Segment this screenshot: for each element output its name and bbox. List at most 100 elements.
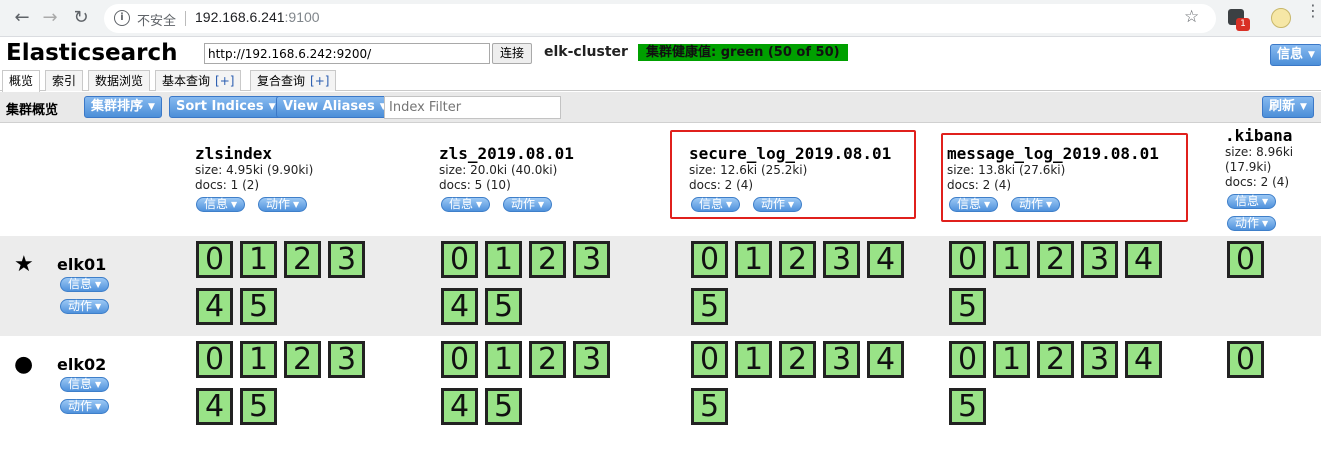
tab-compound-query[interactable]: 复合查询 [+] xyxy=(250,70,337,91)
tab-data-browser[interactable]: 数据浏览 xyxy=(88,70,151,91)
reload-icon[interactable]: ↻ xyxy=(69,6,93,30)
shard-box[interactable]: 4 xyxy=(196,388,233,425)
shard-box[interactable]: 4 xyxy=(867,341,904,378)
index-info-button[interactable]: 信息 ▼ xyxy=(196,197,246,212)
chevron-down-icon: ▼ xyxy=(984,200,991,209)
shard-box[interactable]: 5 xyxy=(691,388,728,425)
shard-box[interactable]: 1 xyxy=(240,241,277,278)
bookmark-star-icon[interactable]: ☆ xyxy=(1184,7,1199,27)
shard-box[interactable]: 4 xyxy=(196,288,233,325)
shard-box[interactable]: 4 xyxy=(1125,241,1162,278)
pill-label: 信息 xyxy=(204,197,229,211)
shard-box[interactable]: 5 xyxy=(949,288,986,325)
shard-box[interactable]: 0 xyxy=(949,241,986,278)
shard-box[interactable]: 1 xyxy=(240,341,277,378)
shard-box[interactable]: 0 xyxy=(691,341,728,378)
button-label: View Aliases xyxy=(283,99,375,114)
shard-box[interactable]: 1 xyxy=(485,341,522,378)
shard-box[interactable]: 2 xyxy=(284,241,321,278)
index-action-button[interactable]: 动作 ▼ xyxy=(503,197,553,212)
pill-label: 动作 xyxy=(761,197,786,211)
shard-box[interactable]: 3 xyxy=(573,241,610,278)
kebab-menu-icon[interactable]: ⋮ xyxy=(1305,3,1321,19)
node-action-button[interactable]: 动作 ▼ xyxy=(60,399,110,414)
sort-indices-button[interactable]: Sort Indices ▼ xyxy=(169,96,283,118)
back-arrow-icon[interactable]: ← xyxy=(10,6,34,30)
shard-box[interactable]: 3 xyxy=(573,341,610,378)
shard-box[interactable]: 3 xyxy=(328,241,365,278)
shard-box[interactable]: 2 xyxy=(1037,341,1074,378)
shard-box[interactable]: 1 xyxy=(485,241,522,278)
shard-box[interactable]: 5 xyxy=(485,388,522,425)
index-action-button[interactable]: 动作 ▼ xyxy=(753,197,803,212)
index-action-button[interactable]: 动作 ▼ xyxy=(1227,216,1277,231)
refresh-button[interactable]: 刷新 ▼ xyxy=(1262,96,1314,118)
index-action-button[interactable]: 动作 ▼ xyxy=(1011,197,1061,212)
index-info-button[interactable]: 信息 ▼ xyxy=(441,197,491,212)
shard-box[interactable]: 2 xyxy=(779,241,816,278)
shard-box[interactable]: 1 xyxy=(993,341,1030,378)
forward-arrow-icon[interactable]: → xyxy=(38,6,62,30)
shard-box[interactable]: 3 xyxy=(328,341,365,378)
shard-box[interactable]: 4 xyxy=(1125,341,1162,378)
connect-button[interactable]: 连接 xyxy=(492,43,532,64)
tab-basic-query[interactable]: 基本查询 [+] xyxy=(155,70,242,91)
index-info-button[interactable]: 信息 ▼ xyxy=(1227,194,1277,209)
index-filter-input[interactable] xyxy=(384,96,561,119)
info-icon[interactable]: i xyxy=(114,10,130,26)
shard-box[interactable]: 0 xyxy=(441,241,478,278)
shard-box[interactable]: 0 xyxy=(196,341,233,378)
shard-box[interactable]: 0 xyxy=(1227,341,1264,378)
chevron-down-icon: ▼ xyxy=(1262,219,1269,228)
shard-box[interactable]: 1 xyxy=(735,241,772,278)
index-info-button[interactable]: 信息 ▼ xyxy=(949,197,999,212)
shard-box[interactable]: 2 xyxy=(779,341,816,378)
node-info-button[interactable]: 信息 ▼ xyxy=(60,377,110,392)
shard-box[interactable]: 5 xyxy=(949,388,986,425)
info-menu-button[interactable]: 信息 ▼ xyxy=(1270,44,1321,66)
address-bar[interactable]: i 不安全 192.168.6.241:9100 xyxy=(104,4,1216,33)
shard-box[interactable]: 4 xyxy=(441,288,478,325)
shard-box[interactable]: 2 xyxy=(529,341,566,378)
shard-box[interactable]: 5 xyxy=(691,288,728,325)
index-size-total: (17.9ki) xyxy=(1225,160,1272,174)
shard-box[interactable]: 5 xyxy=(240,288,277,325)
node-name: elk01 xyxy=(57,255,107,274)
shard-box[interactable]: 3 xyxy=(823,341,860,378)
tab-plus: [+] xyxy=(310,74,330,88)
shard-box[interactable]: 1 xyxy=(735,341,772,378)
index-docs: docs: 2 (4) xyxy=(689,178,754,192)
shard-box[interactable]: 2 xyxy=(529,241,566,278)
chevron-down-icon: ▼ xyxy=(231,200,238,209)
chevron-down-icon: ▼ xyxy=(726,200,733,209)
shard-box[interactable]: 0 xyxy=(441,341,478,378)
shard-box[interactable]: 0 xyxy=(691,241,728,278)
index-info-button[interactable]: 信息 ▼ xyxy=(691,197,741,212)
view-aliases-button[interactable]: View Aliases▼ xyxy=(276,96,394,118)
shard-box[interactable]: 2 xyxy=(1037,241,1074,278)
info-menu-label: 信息 xyxy=(1277,47,1304,62)
index-action-button[interactable]: 动作 ▼ xyxy=(258,197,308,212)
button-label: Sort Indices xyxy=(176,99,264,114)
shard-box[interactable]: 3 xyxy=(1081,341,1118,378)
shard-box[interactable]: 0 xyxy=(1227,241,1264,278)
shard-box[interactable]: 4 xyxy=(867,241,904,278)
tab-overview[interactable]: 概览 xyxy=(2,70,41,92)
shard-box[interactable]: 4 xyxy=(441,388,478,425)
shard-box[interactable]: 5 xyxy=(485,288,522,325)
shard-box[interactable]: 0 xyxy=(949,341,986,378)
cluster-sort-button[interactable]: 集群排序 ▼ xyxy=(84,96,162,118)
shard-box[interactable]: 2 xyxy=(284,341,321,378)
shard-box[interactable]: 0 xyxy=(196,241,233,278)
shard-box[interactable]: 3 xyxy=(1081,241,1118,278)
node-action-button[interactable]: 动作 ▼ xyxy=(60,299,110,314)
shard-box[interactable]: 3 xyxy=(823,241,860,278)
node-info-button[interactable]: 信息 ▼ xyxy=(60,277,110,292)
cluster-url-input[interactable] xyxy=(204,43,490,64)
chevron-down-icon: ▼ xyxy=(1046,200,1053,209)
shard-box[interactable]: 5 xyxy=(240,388,277,425)
profile-avatar[interactable] xyxy=(1271,8,1291,28)
shard-box[interactable]: 1 xyxy=(993,241,1030,278)
tab-indices[interactable]: 索引 xyxy=(45,70,84,91)
address-url[interactable]: 192.168.6.241:9100 xyxy=(195,9,320,25)
